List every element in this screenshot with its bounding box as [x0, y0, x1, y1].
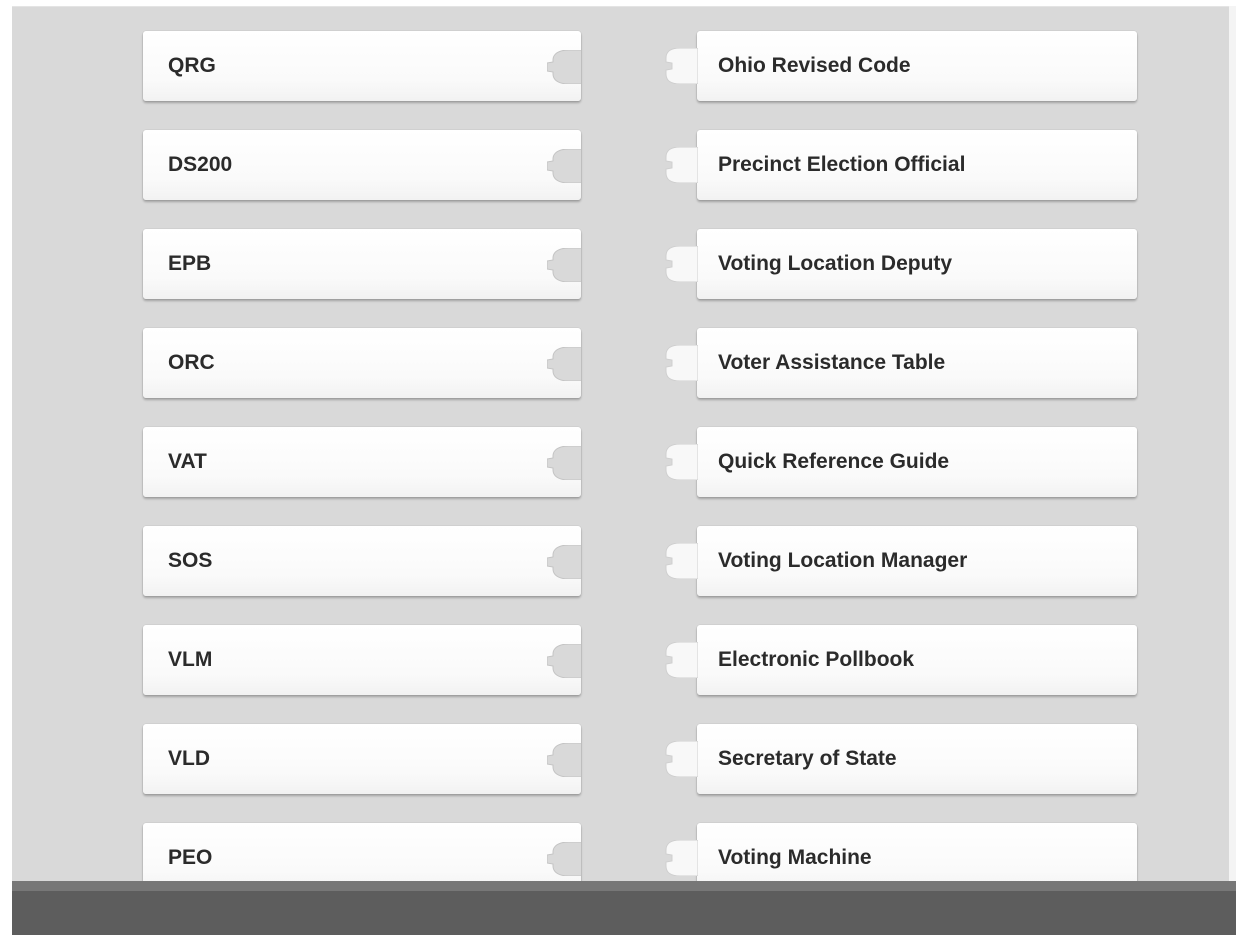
- abbreviation-piece-vat[interactable]: VAT: [143, 427, 581, 497]
- right-edge-strip: [1229, 6, 1236, 881]
- puzzle-socket-icon: [547, 248, 581, 282]
- puzzle-socket-icon: [547, 149, 581, 183]
- puzzle-tab-icon: [665, 246, 698, 282]
- matching-stage: QRG DS200 EPB ORC VAT SOS VLM VLD PEO Oh…: [12, 6, 1229, 893]
- abbreviation-label: SOS: [168, 549, 213, 572]
- definition-piece-ohio-revised-code[interactable]: Ohio Revised Code: [665, 31, 1137, 101]
- abbreviation-label: VLM: [168, 648, 213, 671]
- abbreviation-label: VAT: [168, 450, 207, 473]
- puzzle-socket-icon: [547, 743, 581, 777]
- abbreviation-piece-epb[interactable]: EPB: [143, 229, 581, 299]
- puzzle-socket-icon: [547, 347, 581, 381]
- definition-piece-secretary-of-state[interactable]: Secretary of State: [665, 724, 1137, 794]
- definition-label: Electronic Pollbook: [718, 648, 915, 671]
- abbreviation-piece-vlm[interactable]: VLM: [143, 625, 581, 695]
- puzzle-tab-icon: [665, 543, 698, 579]
- puzzle-tab-icon: [665, 741, 698, 777]
- abbreviation-label: VLD: [168, 747, 210, 770]
- puzzle-tab-icon: [665, 147, 698, 183]
- bottom-toolbar: [12, 881, 1236, 935]
- definition-piece-precinct-election-official[interactable]: Precinct Election Official: [665, 130, 1137, 200]
- definition-piece-voter-assistance-table[interactable]: Voter Assistance Table: [665, 328, 1137, 398]
- puzzle-socket-icon: [547, 644, 581, 678]
- puzzle-tab-icon: [665, 345, 698, 381]
- puzzle-tab-icon: [665, 840, 698, 876]
- definition-piece-electronic-pollbook[interactable]: Electronic Pollbook: [665, 625, 1137, 695]
- puzzle-socket-icon: [547, 50, 581, 84]
- abbreviation-label: ORC: [168, 351, 215, 374]
- definition-piece-voting-location-deputy[interactable]: Voting Location Deputy: [665, 229, 1137, 299]
- definition-piece-quick-reference-guide[interactable]: Quick Reference Guide: [665, 427, 1137, 497]
- abbreviation-piece-qrg[interactable]: QRG: [143, 31, 581, 101]
- puzzle-tab-icon: [665, 444, 698, 480]
- abbreviation-label: EPB: [168, 252, 212, 275]
- definition-label: Voting Location Deputy: [718, 252, 953, 275]
- abbreviation-piece-orc[interactable]: ORC: [143, 328, 581, 398]
- definition-label: Secretary of State: [718, 747, 897, 770]
- abbreviation-label: DS200: [168, 153, 233, 176]
- puzzle-socket-icon: [547, 545, 581, 579]
- definition-label: Quick Reference Guide: [718, 450, 950, 473]
- definition-label: Ohio Revised Code: [718, 54, 911, 77]
- abbreviation-piece-sos[interactable]: SOS: [143, 526, 581, 596]
- puzzle-socket-icon: [547, 842, 581, 876]
- matching-activity-frame: QRG DS200 EPB ORC VAT SOS VLM VLD PEO Oh…: [0, 0, 1236, 935]
- definition-label: Voting Location Manager: [718, 549, 968, 572]
- definition-label: Precinct Election Official: [718, 153, 966, 176]
- abbreviation-piece-vld[interactable]: VLD: [143, 724, 581, 794]
- puzzle-tab-icon: [665, 48, 698, 84]
- puzzle-socket-icon: [547, 446, 581, 480]
- definition-label: Voter Assistance Table: [718, 351, 946, 374]
- abbreviation-piece-ds200[interactable]: DS200: [143, 130, 581, 200]
- abbreviation-label: QRG: [168, 54, 216, 77]
- puzzle-tab-icon: [665, 642, 698, 678]
- definition-piece-voting-location-manager[interactable]: Voting Location Manager: [665, 526, 1137, 596]
